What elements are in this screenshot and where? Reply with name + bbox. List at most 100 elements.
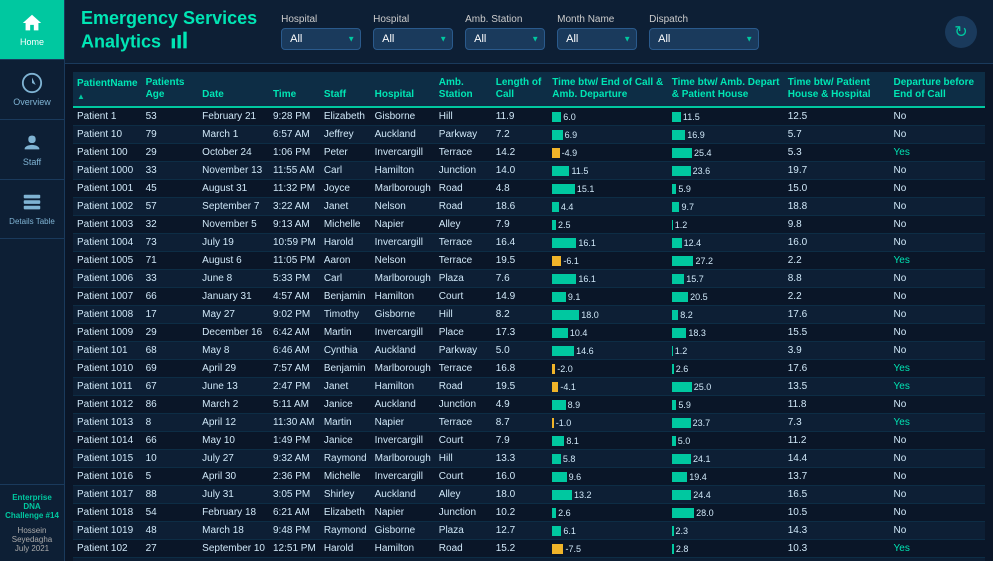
- table-row: Patient 100633June 85:33 PMCarlMarlborou…: [73, 270, 985, 288]
- bar-value: 27.2: [695, 256, 713, 266]
- col-hospital[interactable]: Hospital: [371, 72, 435, 107]
- col-date[interactable]: Date: [198, 72, 269, 107]
- bar-cell-amb-house: 15.7: [672, 274, 780, 284]
- filter-amb-wrapper[interactable]: All: [465, 28, 545, 50]
- filter-month-select[interactable]: All: [557, 28, 637, 50]
- col-time-btw-call-amb[interactable]: Time btw/ End of Call & Amb. Departure: [548, 72, 667, 107]
- bar-value: 2.6: [558, 508, 571, 518]
- table-row: Patient 100145August 3111:32 PMJoyceMarl…: [73, 180, 985, 198]
- bar-value: 23.6: [693, 166, 711, 176]
- bar-positive: [672, 202, 680, 212]
- bar-value: 18.0: [581, 310, 599, 320]
- bar-cell-call-amb: 14.6: [552, 346, 663, 356]
- sidebar-item-home[interactable]: Home: [0, 0, 64, 60]
- filter-hospital2-wrapper[interactable]: All: [373, 28, 453, 50]
- bar-cell-call-amb: 13.2: [552, 490, 663, 500]
- bar-positive: [552, 508, 556, 518]
- bar-positive: [552, 454, 561, 464]
- col-departure[interactable]: Departure before End of Call: [890, 72, 985, 107]
- challenge-text: Enterprise DNA: [4, 493, 60, 511]
- filter-hospital2-label: Hospital: [373, 14, 453, 25]
- bar-positive: [552, 184, 575, 194]
- filter-hospital2-select[interactable]: All: [373, 28, 453, 50]
- col-time-btw-house-hosp[interactable]: Time btw/ Patient House & Hospital: [784, 72, 890, 107]
- bar-positive: [672, 382, 692, 392]
- bar-value: 11.5: [683, 112, 700, 122]
- col-patients-age[interactable]: Patients Age: [142, 72, 199, 107]
- bar-cell-amb-house: 24.4: [672, 490, 780, 500]
- bar-positive: [672, 238, 682, 248]
- bar-cell-call-amb: 2.6: [552, 508, 663, 518]
- table-body: Patient 153February 219:28 PMElizabethGi…: [73, 107, 985, 561]
- bar-cell-amb-house: 8.2: [672, 310, 780, 320]
- bar-cell-amb-house: 12.4: [672, 238, 780, 248]
- bar-cell-amb-house: 27.2: [672, 256, 780, 266]
- filter-month-wrapper[interactable]: All: [557, 28, 637, 50]
- bar-negative: [552, 382, 558, 392]
- sidebar-item-details[interactable]: Details Table: [0, 180, 64, 239]
- col-amb-station[interactable]: Amb. Station: [435, 72, 492, 107]
- bar-cell-call-amb: ‑6.1: [552, 256, 663, 266]
- col-time[interactable]: Time: [269, 72, 320, 107]
- col-staff[interactable]: Staff: [320, 72, 371, 107]
- bar-positive: [672, 328, 687, 338]
- table-row: Patient 100033November 1311:55 AMCarlHam…: [73, 162, 985, 180]
- filter-hospital1-label: Hospital: [281, 14, 361, 25]
- bar-value: 10.4: [570, 328, 588, 338]
- sidebar-item-overview[interactable]: Overview: [0, 60, 64, 120]
- bar-value: 24.1: [693, 454, 711, 464]
- bar-cell-amb-house: 5.9: [672, 184, 780, 194]
- filters-bar: Hospital All Hospital All Amb. Station: [281, 14, 929, 50]
- bar-value: 6.0: [563, 112, 576, 122]
- bar-cell-call-amb: 10.4: [552, 328, 663, 338]
- bar-cell-call-amb: 2.5: [552, 220, 663, 230]
- filter-hospital1-wrapper[interactable]: All: [281, 28, 361, 50]
- bar-value: 5.0: [678, 436, 691, 446]
- refresh-button[interactable]: ↻: [945, 16, 977, 48]
- table-row: Patient 10227September 1012:51 PMHaroldH…: [73, 540, 985, 558]
- bar-cell-call-amb: ‑2.0: [552, 364, 663, 374]
- app-title-line2: Analytics: [81, 31, 161, 51]
- col-patient-name[interactable]: PatientName▲: [73, 72, 142, 107]
- col-length-call[interactable]: Length of Call: [492, 72, 549, 107]
- bar-cell-amb-house: 28.0: [672, 508, 780, 518]
- bar-value: 5.9: [678, 184, 691, 194]
- filter-hospital1-select[interactable]: All: [281, 28, 361, 50]
- filter-dispatch-wrapper[interactable]: All: [649, 28, 759, 50]
- bar-cell-call-amb: 6.9: [552, 130, 663, 140]
- bar-negative: [552, 148, 559, 158]
- sidebar-item-staff[interactable]: Staff: [0, 120, 64, 180]
- bar-cell-call-amb: 9.6: [552, 472, 663, 482]
- bar-cell-call-amb: ‑1.0: [552, 418, 663, 428]
- bar-cell-call-amb: 8.9: [552, 400, 663, 410]
- bar-positive: [552, 220, 556, 230]
- bar-value: 1.2: [675, 346, 688, 356]
- table-row: Patient 101286March 25:11 AMJaniceAuckla…: [73, 396, 985, 414]
- challenge-number: Challenge #14: [4, 511, 60, 520]
- bar-positive: [672, 508, 694, 518]
- filter-amb-select[interactable]: All: [465, 28, 545, 50]
- table-row: Patient 10165April 302:36 PMMichelleInve…: [73, 468, 985, 486]
- bar-cell-call-amb: 11.5: [552, 166, 663, 176]
- bar-positive: [672, 400, 677, 410]
- data-table-container[interactable]: PatientName▲ Patients Age Date Time Staf…: [65, 64, 993, 561]
- bar-cell-call-amb: 16.1: [552, 238, 663, 248]
- bar-positive: [552, 130, 562, 140]
- bar-positive: [672, 184, 677, 194]
- bar-positive: [672, 112, 681, 122]
- bar-value: 23.7: [693, 418, 711, 428]
- sidebar-item-home-label: Home: [20, 37, 44, 47]
- bar-cell-amb-house: 2.8: [672, 544, 780, 554]
- bar-value: 28.0: [696, 508, 714, 518]
- bar-cell-amb-house: 11.5: [672, 112, 780, 122]
- bar-positive: [552, 436, 564, 446]
- bar-value: 19.4: [689, 472, 707, 482]
- bar-positive: [672, 130, 686, 140]
- bar-cell-amb-house: 25.4: [672, 148, 780, 158]
- bar-cell-call-amb: 9.1: [552, 292, 663, 302]
- table-row: Patient 100473July 1910:59 PMHaroldInver…: [73, 234, 985, 252]
- col-time-btw-amb-house[interactable]: Time btw/ Amb. Depart & Patient House: [668, 72, 784, 107]
- filter-dispatch-select[interactable]: All: [649, 28, 759, 50]
- bar-positive: [672, 274, 685, 284]
- table-row: Patient 153February 219:28 PMElizabethGi…: [73, 107, 985, 126]
